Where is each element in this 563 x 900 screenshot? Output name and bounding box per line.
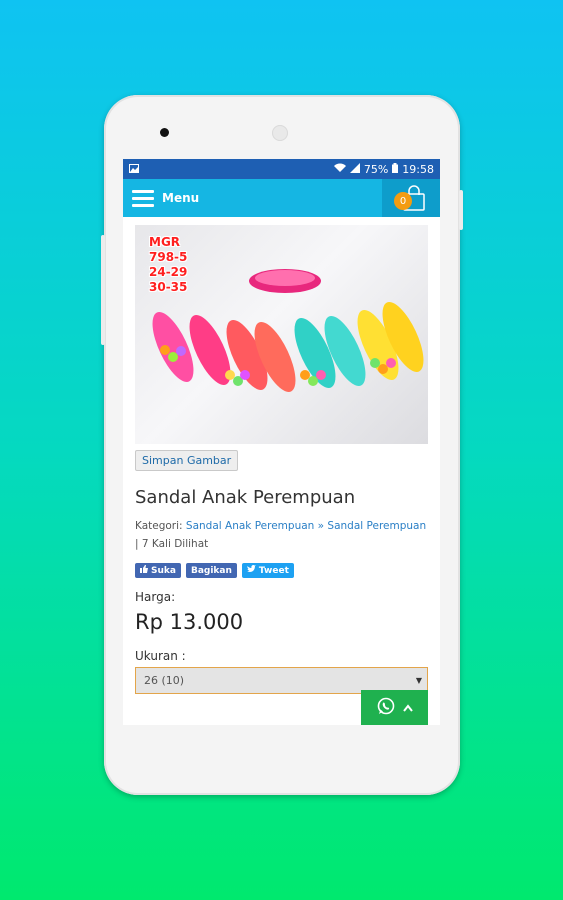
status-bar: 75% 19:58 — [123, 159, 440, 179]
phone-frame: 75% 19:58 Menu 0 MGR 798-5 24-29 30-35 S… — [101, 95, 463, 795]
wifi-icon — [333, 163, 346, 176]
hamburger-menu-icon[interactable] — [132, 189, 154, 207]
image-notification-icon — [129, 163, 139, 176]
price-value: Rp 13.000 — [135, 610, 244, 634]
battery-icon — [392, 162, 399, 176]
chevron-up-icon — [402, 700, 413, 716]
tweet-button[interactable]: Tweet — [241, 563, 294, 578]
battery-percent: 75% — [363, 162, 389, 176]
share-button[interactable]: Bagikan — [185, 563, 237, 578]
volume-button — [101, 235, 105, 345]
product-title: Sandal Anak Perempuan — [135, 487, 356, 508]
save-image-button[interactable]: Simpan Gambar — [135, 450, 239, 471]
size-selected-value: 26 (10) — [144, 674, 185, 687]
size-label: Ukuran : — [135, 649, 186, 663]
price-label: Harga: — [135, 590, 176, 604]
tweet-label: Tweet — [258, 565, 289, 576]
category-link[interactable]: Sandal Anak Perempuan » Sandal Perempuan — [186, 520, 426, 532]
twitter-bird-icon — [246, 565, 256, 576]
whatsapp-button[interactable] — [361, 690, 428, 725]
category-prefix: Kategori: — [135, 520, 183, 532]
product-image[interactable]: MGR 798-5 24-29 30-35 — [135, 225, 428, 444]
power-button — [459, 190, 463, 230]
cart-count-badge: 0 — [394, 192, 412, 210]
like-label: Suka — [151, 565, 176, 576]
cart-button[interactable]: 0 — [382, 179, 440, 217]
proximity-sensor — [272, 125, 288, 141]
social-buttons: Suka Bagikan Tweet — [135, 563, 428, 578]
app-bar: Menu 0 — [123, 179, 440, 217]
front-camera — [160, 128, 169, 137]
clock: 19:58 — [402, 162, 434, 176]
dropdown-arrow-icon: ▼ — [415, 676, 422, 685]
view-count: | 7 Kali Dilihat — [135, 538, 209, 550]
signal-icon — [349, 162, 360, 176]
like-button[interactable]: Suka — [135, 563, 181, 578]
product-content: MGR 798-5 24-29 30-35 Simpan Gambar Sand… — [123, 217, 440, 694]
thumbs-up-icon — [140, 565, 148, 576]
product-meta: Kategori: Sandal Anak Perempuan » Sandal… — [135, 517, 428, 553]
whatsapp-icon — [377, 697, 395, 719]
menu-label[interactable]: Menu — [162, 191, 199, 205]
screen: 75% 19:58 Menu 0 MGR 798-5 24-29 30-35 S… — [123, 159, 440, 725]
sandals-photo — [152, 269, 424, 392]
